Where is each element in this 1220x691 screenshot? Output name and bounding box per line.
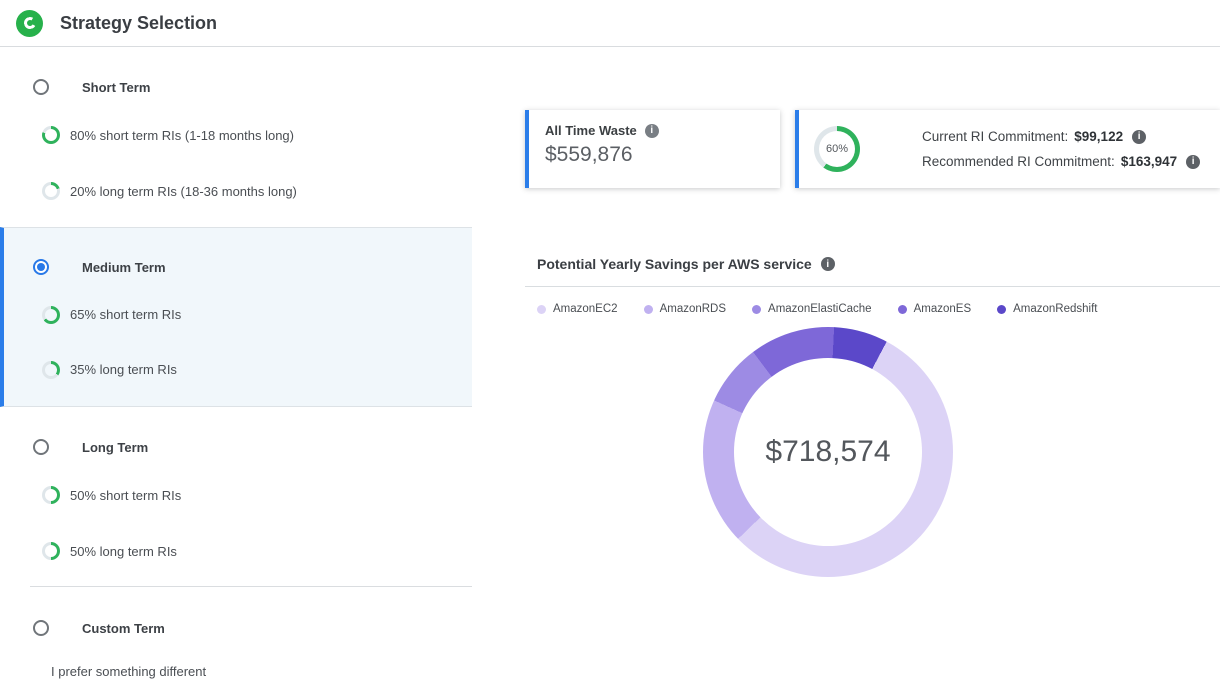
ri-commitment-card: 60% Current RI Commitment: $99,122 Recom…: [795, 110, 1220, 188]
strategy-option-custom-term[interactable]: Custom Term: [0, 608, 472, 648]
strategy-options-list: Short Term 80% short term RIs (1-18 mont…: [0, 47, 472, 679]
long-term-sub-1: 50% short term RIs: [0, 467, 472, 523]
info-icon[interactable]: [1132, 130, 1146, 144]
legend-dot-icon: [644, 305, 653, 314]
long-term-sub-2: 50% long term RIs: [0, 523, 472, 579]
legend-item[interactable]: AmazonRedshift: [997, 303, 1097, 315]
strategy-option-medium-term[interactable]: Medium Term: [4, 247, 472, 287]
legend-dot-icon: [898, 305, 907, 314]
option-label: Short Term: [82, 80, 150, 95]
gauge-percent-label: 60%: [814, 126, 860, 172]
legend-label: AmazonRedshift: [1013, 303, 1097, 315]
info-icon[interactable]: [821, 257, 835, 271]
short-term-sub-1: 80% short term RIs (1-18 months long): [0, 107, 472, 163]
donut-hole: $718,574: [734, 358, 922, 546]
sub-label: 65% short term RIs: [70, 307, 181, 322]
legend-item[interactable]: AmazonElastiCache: [752, 303, 872, 315]
radio-short-term[interactable]: [33, 79, 49, 95]
commitment-lines: Current RI Commitment: $99,122 Recommend…: [922, 129, 1200, 169]
savings-section-header: Potential Yearly Savings per AWS service: [537, 256, 835, 272]
savings-donut: $718,574: [703, 327, 953, 577]
current-commitment-row: Current RI Commitment: $99,122: [922, 129, 1200, 144]
legend-label: AmazonRDS: [660, 303, 726, 315]
sub-label: 50% short term RIs: [70, 488, 181, 503]
progress-ring-icon: [42, 182, 60, 200]
medium-term-sub-2: 35% long term RIs: [4, 342, 472, 397]
waste-card-value: $559,876: [545, 143, 764, 167]
radio-long-term[interactable]: [33, 439, 49, 455]
sidebar-divider: [30, 586, 472, 587]
strategy-option-medium-term-panel: Medium Term 65% short term RIs 35% long …: [0, 227, 472, 407]
sub-label: 50% long term RIs: [70, 544, 177, 559]
info-icon[interactable]: [645, 124, 659, 138]
info-icon[interactable]: [1186, 155, 1200, 169]
savings-chart-title: Potential Yearly Savings per AWS service: [537, 256, 812, 272]
strategy-option-long-term[interactable]: Long Term: [0, 427, 472, 467]
progress-ring-icon: [42, 542, 60, 560]
section-divider: [525, 286, 1220, 287]
legend-label: AmazonES: [914, 303, 972, 315]
header: Strategy Selection: [0, 0, 1220, 47]
chart-legend: AmazonEC2 AmazonRDS AmazonElastiCache Amazo…: [537, 300, 1098, 318]
current-commitment-label: Current RI Commitment:: [922, 129, 1068, 144]
legend-dot-icon: [537, 305, 546, 314]
recommended-commitment-row: Recommended RI Commitment: $163,947: [922, 154, 1200, 169]
commitment-gauge: 60%: [814, 126, 860, 172]
strategy-option-short-term[interactable]: Short Term: [0, 67, 472, 107]
option-label: Custom Term: [82, 621, 165, 636]
short-term-sub-2: 20% long term RIs (18-36 months long): [0, 163, 472, 219]
donut-center-total: $718,574: [765, 435, 890, 469]
radio-medium-term-selected[interactable]: [33, 259, 49, 275]
radio-custom-term[interactable]: [33, 620, 49, 636]
page-title: Strategy Selection: [60, 13, 217, 34]
recommended-commitment-label: Recommended RI Commitment:: [922, 154, 1115, 169]
all-time-waste-card: All Time Waste $559,876: [525, 110, 780, 188]
progress-ring-icon: [42, 486, 60, 504]
option-label: Medium Term: [82, 260, 166, 275]
sub-label: 20% long term RIs (18-36 months long): [70, 184, 297, 199]
legend-label: AmazonEC2: [553, 303, 618, 315]
progress-ring-icon: [42, 126, 60, 144]
legend-dot-icon: [752, 305, 761, 314]
waste-card-title: All Time Waste: [545, 123, 637, 138]
legend-item[interactable]: AmazonRDS: [644, 303, 726, 315]
recommended-commitment-value: $163,947: [1121, 154, 1177, 169]
legend-item[interactable]: AmazonEC2: [537, 303, 618, 315]
sub-label: 35% long term RIs: [70, 362, 177, 377]
progress-ring-icon: [42, 361, 60, 379]
option-label: Long Term: [82, 440, 148, 455]
legend-label: AmazonElastiCache: [768, 303, 872, 315]
logo-ring-icon: [22, 16, 37, 31]
sub-label: 80% short term RIs (1-18 months long): [70, 128, 294, 143]
cloudability-logo-icon: [16, 10, 43, 37]
legend-item[interactable]: AmazonES: [898, 303, 972, 315]
medium-term-sub-1: 65% short term RIs: [4, 287, 472, 342]
strategy-selection-page: Strategy Selection Short Term 80% short …: [0, 0, 1220, 691]
legend-dot-icon: [997, 305, 1006, 314]
custom-term-note: I prefer something different: [0, 664, 472, 679]
progress-ring-icon: [42, 306, 60, 324]
current-commitment-value: $99,122: [1074, 129, 1123, 144]
